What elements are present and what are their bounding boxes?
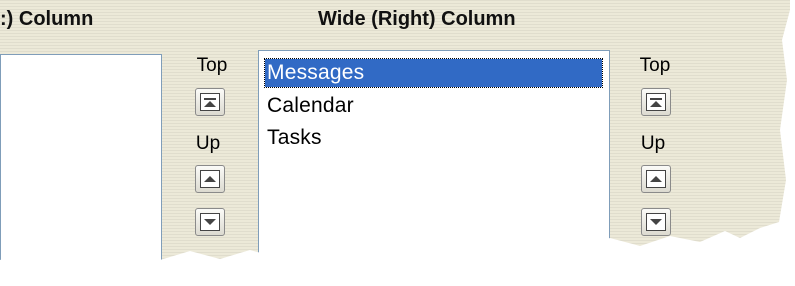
right-move-up-button[interactable] bbox=[641, 165, 671, 193]
list-item-tasks[interactable]: Tasks bbox=[267, 126, 322, 150]
right-column-title: Wide (Right) Column bbox=[318, 8, 516, 30]
right-move-top-label: Top bbox=[639, 55, 671, 76]
left-move-top-button[interactable] bbox=[195, 88, 225, 116]
left-move-up-button[interactable] bbox=[195, 165, 225, 193]
arrow-down-icon bbox=[200, 213, 220, 231]
list-item-calendar[interactable]: Calendar bbox=[267, 94, 354, 118]
arrow-down-icon bbox=[646, 213, 666, 231]
left-move-up-label: Up bbox=[195, 133, 221, 154]
left-move-down-button[interactable] bbox=[195, 208, 225, 236]
left-column-listbox[interactable] bbox=[0, 54, 162, 262]
right-column-listbox[interactable]: Messages Calendar Tasks bbox=[258, 50, 610, 262]
settings-panel: :) Column Wide (Right) Column Top Up Mes… bbox=[0, 0, 790, 262]
arrow-up-icon bbox=[200, 170, 220, 188]
move-to-top-icon bbox=[200, 93, 220, 111]
left-move-top-label: Top bbox=[196, 55, 228, 76]
right-move-top-button[interactable] bbox=[641, 88, 671, 116]
right-move-up-label: Up bbox=[640, 133, 666, 154]
list-item-messages[interactable]: Messages bbox=[264, 58, 603, 88]
arrow-up-icon bbox=[646, 170, 666, 188]
move-to-top-icon bbox=[646, 93, 666, 111]
right-move-down-button[interactable] bbox=[641, 208, 671, 236]
left-column-title: :) Column bbox=[0, 8, 94, 30]
